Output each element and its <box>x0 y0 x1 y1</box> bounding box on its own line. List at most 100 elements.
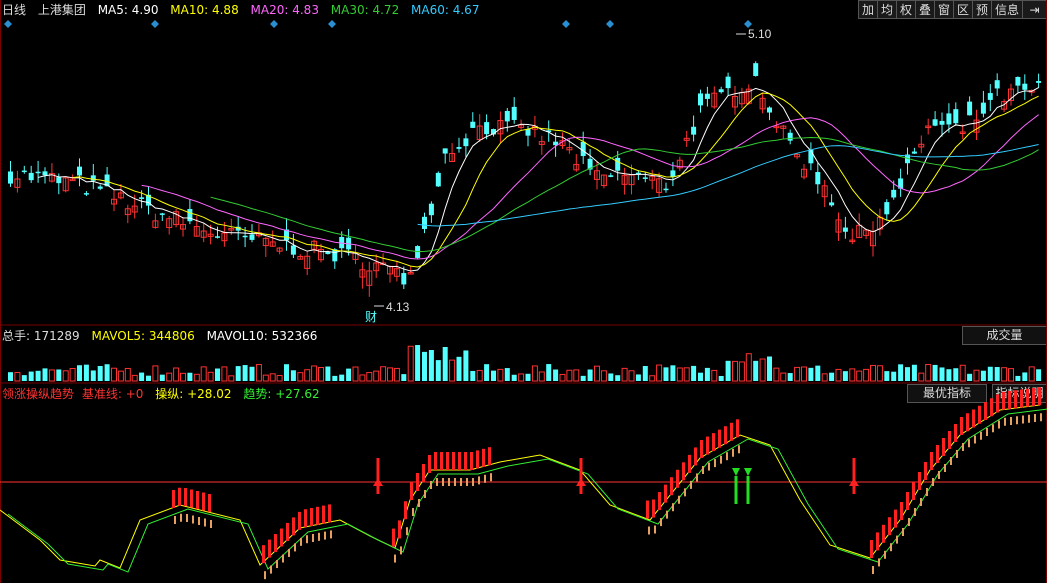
indicator-orange-tick <box>454 478 456 486</box>
volume-bar <box>759 358 766 382</box>
volume-bar <box>8 372 13 381</box>
buy-arrow-icon <box>376 458 380 480</box>
indicator-red-bar <box>1014 390 1017 409</box>
indicator-red-bar <box>688 454 691 473</box>
indicator-red-bar <box>882 524 885 543</box>
indicator-orange-tick <box>914 508 916 516</box>
candle-body-down <box>215 236 220 238</box>
volume-bar <box>491 370 496 381</box>
indicator-red-bar <box>918 472 921 490</box>
volume-bar <box>207 371 214 382</box>
finance-marker[interactable]: 财 <box>365 310 377 324</box>
indicator-orange-tick <box>696 473 698 482</box>
candle-body-down <box>42 171 48 176</box>
indicator-red-bar <box>996 394 999 413</box>
indicator-orange-tick <box>264 571 266 580</box>
indicator-red-bar <box>298 511 301 530</box>
volume-bar <box>152 365 159 382</box>
indicator-orange-tick <box>270 565 272 574</box>
indicator-orange-tick <box>300 537 302 546</box>
indicator-orange-tick <box>920 498 922 506</box>
volume-bar <box>870 364 876 382</box>
volume-bar <box>973 369 980 382</box>
volume-bar <box>615 375 621 381</box>
volume-bar <box>918 372 925 382</box>
indicator-orange-tick <box>938 471 940 479</box>
candle-body-down <box>21 170 27 173</box>
volume-bar <box>180 372 186 382</box>
volume-bar <box>511 374 517 381</box>
volume-bar <box>842 371 848 381</box>
indicator-red-bar <box>404 501 407 520</box>
indicator-red-bar <box>924 462 927 480</box>
candlestick-group <box>8 61 1042 297</box>
indicator-red-bar <box>274 534 277 553</box>
indicator-orange-tick <box>950 457 952 465</box>
volume-bar <box>546 364 552 381</box>
candle-body-down <box>615 157 621 171</box>
volume-bar <box>767 356 772 381</box>
candle-body-down <box>77 166 82 176</box>
indicator-red-bar <box>978 405 981 424</box>
indicator-red-bar <box>470 452 473 470</box>
indicator-red-bar <box>268 539 271 558</box>
indicator-red-bar <box>900 502 903 520</box>
volume-bar <box>898 364 904 381</box>
indicator-orange-tick <box>980 431 982 440</box>
volume-bar <box>911 364 917 381</box>
volume-bar <box>683 367 690 382</box>
event-diamond-icon <box>151 20 159 28</box>
indicator-orange-tick <box>460 478 462 486</box>
volume-bar <box>407 345 414 382</box>
indicator-red-bar <box>894 509 897 528</box>
event-diamond-icon <box>606 20 614 28</box>
indicator-red-bar <box>936 445 939 463</box>
volume-bar <box>187 372 193 381</box>
candle-body-down <box>242 235 248 238</box>
candle-body-down <box>704 93 710 99</box>
indicator-orange-tick <box>406 527 408 536</box>
candle-body-down <box>946 113 952 125</box>
chart-canvas[interactable]: 5.10 4.13 财 <box>0 0 1047 583</box>
indicator-red-bar <box>718 429 721 448</box>
indicator-orange-tick <box>472 478 474 486</box>
indicator-red-bar <box>1002 391 1005 410</box>
indicator-orange-tick <box>312 534 314 542</box>
indicator-red-bar <box>316 506 319 525</box>
volume-bar <box>815 365 821 381</box>
indicator-red-bar <box>966 413 969 432</box>
candle-body-down <box>670 170 676 177</box>
indicator-orange-tick <box>192 515 194 524</box>
indicator-orange-tick <box>478 476 480 485</box>
indicator-red-bar <box>658 492 661 511</box>
indicator-red-bar <box>440 452 443 470</box>
candle-body-down <box>787 132 793 141</box>
indicator-red-bar <box>664 484 667 503</box>
volume-bar <box>318 367 324 382</box>
candle-body-down <box>829 202 835 206</box>
volume-bar <box>476 369 483 382</box>
volume-bar <box>269 373 276 382</box>
indicator-orange-tick <box>992 424 994 433</box>
indicator-orange-tick <box>666 510 668 519</box>
volume-bar <box>346 368 352 381</box>
indicator-orange-tick <box>198 517 200 525</box>
indicator-red-bar <box>190 489 193 508</box>
indicator-red-bar <box>646 500 649 519</box>
volume-bar <box>1001 367 1008 382</box>
indicator-red-bar <box>1032 388 1035 406</box>
indicator-red-bar <box>682 462 685 481</box>
indicator-orange-tick <box>872 566 874 574</box>
volume-bar <box>808 367 814 381</box>
volume-bar <box>456 356 462 381</box>
volume-bar <box>146 375 151 381</box>
candle-body-down <box>891 189 897 198</box>
volume-bar <box>663 367 669 381</box>
volume-bar <box>676 367 683 382</box>
volume-bar <box>380 366 387 382</box>
volume-bar <box>228 375 235 382</box>
indicator-orange-tick <box>330 530 332 539</box>
indicator-orange-tick <box>204 518 206 527</box>
indicator-red-bar <box>888 517 891 536</box>
volume-bar <box>835 368 842 382</box>
